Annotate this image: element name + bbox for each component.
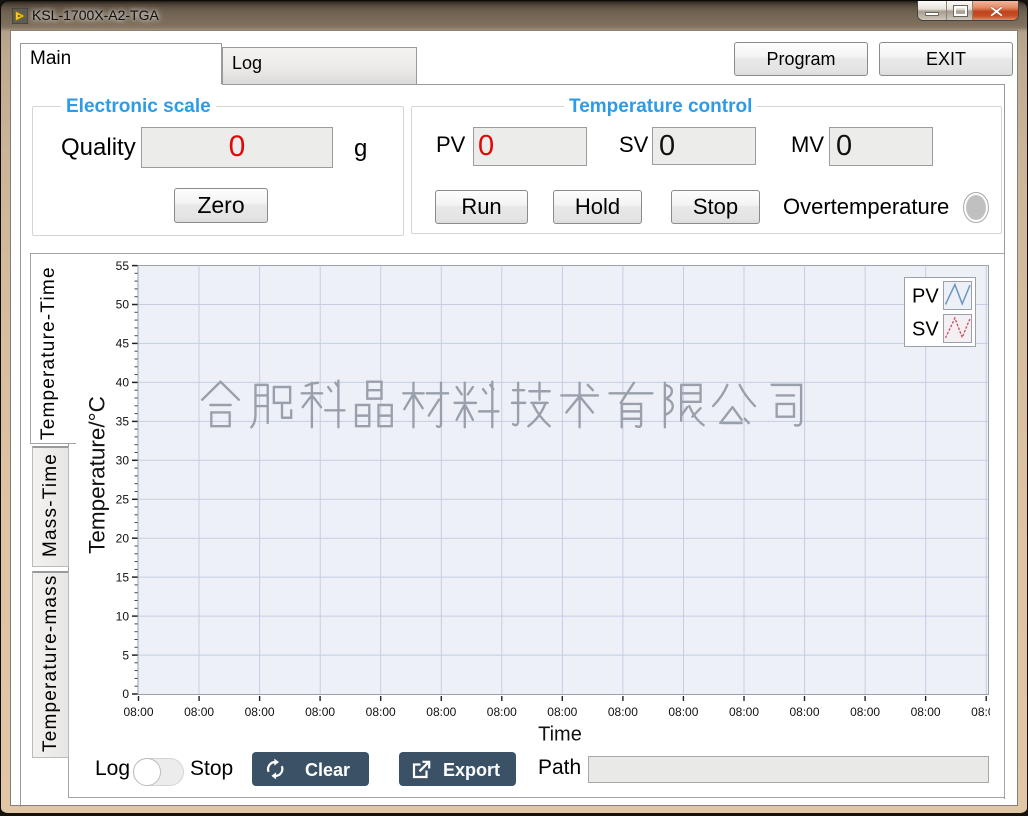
svg-text:08:00: 08:00 [789, 705, 819, 719]
svg-text:Time: Time [538, 724, 582, 746]
svg-text:45: 45 [116, 337, 130, 351]
svg-text:50: 50 [116, 298, 130, 312]
svg-text:08:00: 08:00 [850, 705, 880, 719]
svg-text:5: 5 [122, 648, 129, 662]
svg-text:SV: SV [912, 319, 939, 341]
svg-text:08:00: 08:00 [184, 705, 214, 719]
svg-text:20: 20 [116, 531, 130, 545]
svg-text:08:00: 08:00 [245, 705, 275, 719]
svg-text:08:00: 08:00 [729, 705, 759, 719]
svg-text:08:00: 08:00 [305, 705, 335, 719]
svg-text:35: 35 [116, 415, 130, 429]
svg-text:08:00: 08:00 [366, 705, 396, 719]
svg-text:08:00: 08:00 [547, 705, 577, 719]
svg-text:30: 30 [116, 454, 130, 468]
svg-text:08:00: 08:00 [911, 705, 941, 719]
svg-text:10: 10 [116, 609, 130, 623]
svg-text:Temperature/°C: Temperature/°C [85, 396, 110, 554]
svg-text:08:00: 08:00 [426, 705, 456, 719]
svg-text:55: 55 [116, 259, 130, 273]
svg-text:08:00: 08:00 [487, 705, 517, 719]
svg-text:40: 40 [116, 376, 130, 390]
svg-text:15: 15 [116, 570, 130, 584]
svg-text:08:00: 08:00 [123, 705, 153, 719]
svg-text:08:00: 08:00 [668, 705, 698, 719]
svg-text:25: 25 [116, 493, 130, 507]
svg-text:08:00: 08:00 [608, 705, 638, 719]
svg-text:PV: PV [912, 286, 939, 308]
svg-text:0: 0 [122, 687, 129, 701]
